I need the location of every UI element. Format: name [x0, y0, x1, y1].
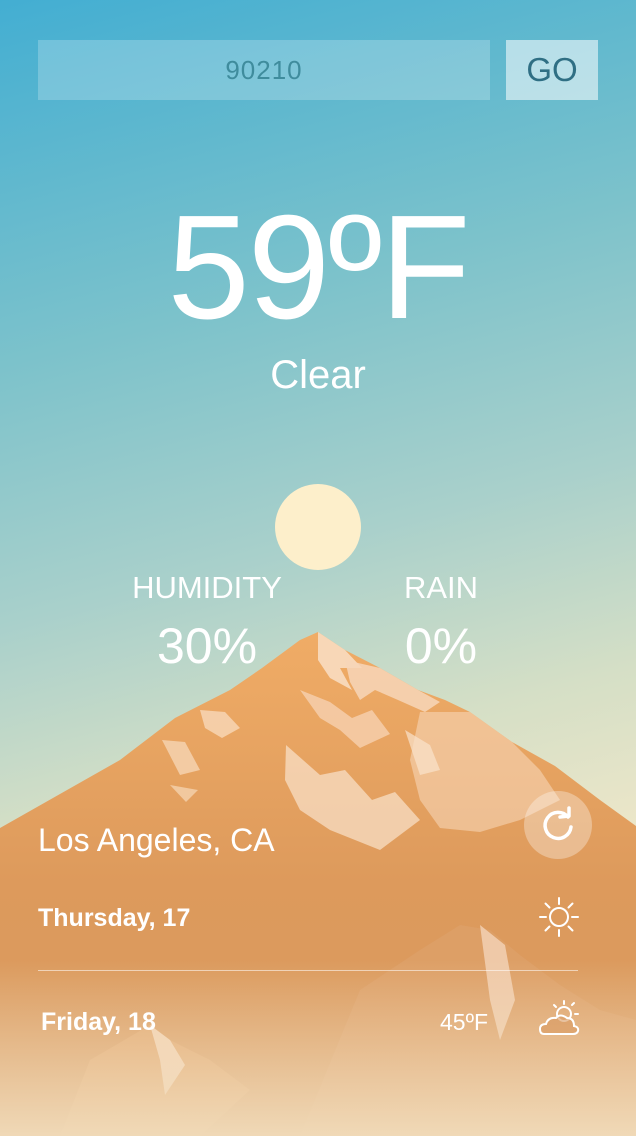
refresh-icon: [543, 806, 573, 841]
forecast-temp: 45ºF: [440, 1009, 489, 1035]
humidity-label: HUMIDITY: [132, 570, 282, 605]
forecast-day: Friday, 18: [41, 1008, 156, 1036]
rain-label: RAIN: [403, 570, 479, 605]
zip-search-field[interactable]: [38, 40, 490, 100]
refresh-button[interactable]: [524, 791, 592, 859]
sun-icon: [275, 484, 361, 570]
current-condition: Clear: [270, 353, 366, 397]
weather-screen: GO 59ºF Clear HUMIDITY 30% RAIN 0% Los A…: [0, 0, 636, 1136]
zip-search-input[interactable]: [38, 40, 490, 100]
go-button[interactable]: GO: [506, 40, 598, 100]
forecast-divider: [38, 970, 578, 971]
forecast-row[interactable]: Friday, 18 45ºF: [0, 992, 636, 1052]
partly-cloudy-icon: [538, 1000, 580, 1035]
sun-icon: [539, 897, 579, 937]
forecast-day: Thursday, 17: [38, 904, 191, 932]
location-city: Los Angeles, CA: [38, 822, 275, 858]
rain-value: 0%: [404, 618, 478, 674]
humidity-value: 30%: [156, 618, 258, 674]
forecast-row[interactable]: Thursday, 17: [0, 888, 636, 948]
current-temperature: 59ºF: [167, 185, 470, 350]
